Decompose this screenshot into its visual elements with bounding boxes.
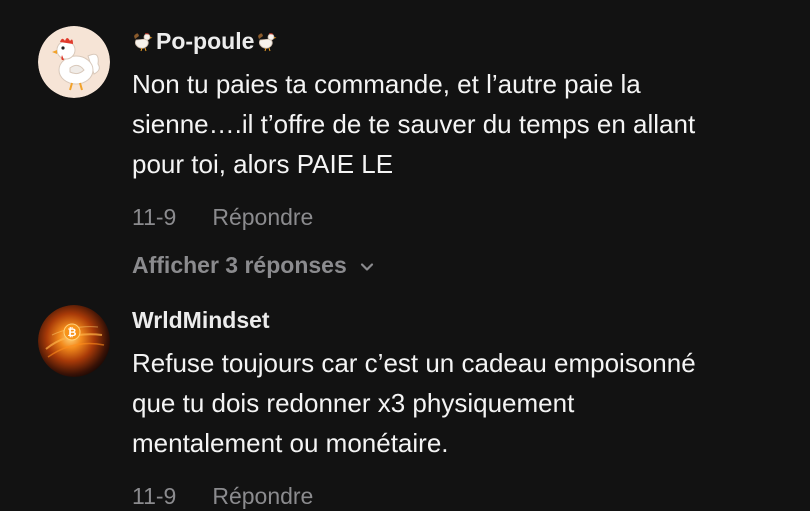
rooster-emoji-icon — [134, 33, 153, 52]
comment-date: 11-9 — [132, 483, 177, 509]
avatar[interactable] — [38, 26, 110, 98]
reply-button[interactable]: Répondre — [212, 202, 313, 232]
comment-text: Non tu paies ta commande, et l’autre pai… — [132, 69, 696, 179]
comment-text: Refuse toujours car c’est un cadeau empo… — [132, 348, 696, 458]
username-row[interactable]: Po-poule — [132, 26, 792, 56]
comment-date: 11-9 — [132, 204, 177, 230]
show-replies-button[interactable]: Afficher 3 réponses — [132, 250, 792, 280]
rooster-avatar-icon — [38, 26, 110, 98]
comment-body: Po-poule Non tu paies ta commande, et l’… — [132, 26, 792, 280]
reply-button[interactable]: Répondre — [212, 481, 313, 511]
username-row[interactable]: WrldMindset — [132, 305, 792, 335]
bitcoin-avatar-icon: ₿ — [38, 305, 110, 377]
comment-meta: 11-9 Répondre — [132, 481, 792, 511]
avatar[interactable]: ₿ — [38, 305, 110, 377]
username: Po-poule — [156, 28, 255, 54]
rooster-emoji-icon — [258, 33, 277, 52]
comment-meta: 11-9 Répondre — [132, 202, 792, 232]
comment-body: WrldMindset Refuse toujours car c’est un… — [132, 305, 792, 511]
show-replies-label: Afficher 3 réponses — [132, 252, 347, 278]
chevron-down-icon — [360, 263, 373, 271]
svg-text:₿: ₿ — [68, 326, 77, 339]
username: WrldMindset — [132, 307, 270, 333]
